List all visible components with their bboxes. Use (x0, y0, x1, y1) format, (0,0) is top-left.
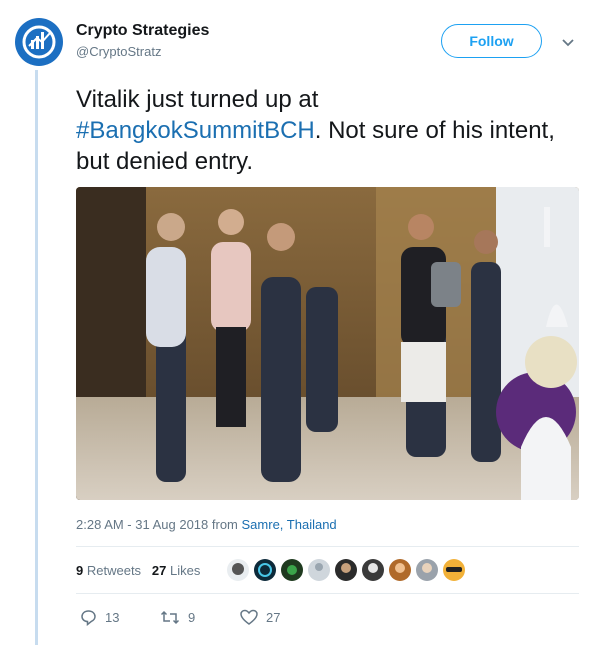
liker-avatar[interactable] (362, 559, 384, 581)
account-handle[interactable]: @CryptoStratz (76, 44, 161, 59)
photo-scene (76, 187, 579, 500)
divider-top (76, 546, 579, 547)
liker-avatar[interactable] (227, 559, 249, 581)
heart-icon (240, 609, 258, 625)
retweet-button[interactable]: 9 (160, 609, 195, 626)
hashtag-link[interactable]: #BangkokSummitBCH (76, 117, 315, 144)
divider-bottom (76, 593, 579, 594)
liker-avatar[interactable] (308, 559, 330, 581)
liker-avatar[interactable] (389, 559, 411, 581)
account-avatar[interactable] (15, 18, 63, 66)
reply-icon (81, 610, 96, 626)
like-button[interactable]: 27 (240, 609, 280, 626)
liker-avatars (227, 559, 465, 581)
thread-line (35, 70, 38, 645)
tweet-location[interactable]: Samre, Thailand (242, 517, 337, 532)
liker-avatar[interactable] (443, 559, 465, 581)
tweet-text: Vitalik just turned up at #BangkokSummitB… (76, 84, 576, 177)
reply-button[interactable]: 13 (80, 609, 119, 626)
tweet-meta: 2:28 AM - 31 Aug 2018 from Samre, Thaila… (76, 517, 337, 532)
liker-avatar[interactable] (281, 559, 303, 581)
retweets-stat[interactable]: 9 Retweets (76, 563, 141, 578)
likes-stat[interactable]: 27 Likes (152, 563, 200, 578)
tweet-text-before: Vitalik just turned up at (76, 86, 319, 113)
account-name[interactable]: Crypto Strategies (76, 22, 209, 40)
crypto-strategies-logo-icon (22, 25, 56, 59)
tweet-stats: 9 Retweets 27 Likes (76, 563, 200, 578)
liker-avatar[interactable] (254, 559, 276, 581)
liker-avatar[interactable] (335, 559, 357, 581)
liker-avatar[interactable] (416, 559, 438, 581)
reply-count: 13 (105, 610, 120, 625)
tweet-timestamp[interactable]: 2:28 AM - 31 Aug 2018 from (76, 517, 238, 532)
retweet-icon (160, 610, 180, 625)
tweet-photo[interactable] (76, 187, 579, 500)
like-count: 27 (266, 610, 281, 625)
chevron-down-icon[interactable] (561, 35, 575, 49)
retweet-count: 9 (188, 610, 196, 625)
follow-button[interactable]: Follow (441, 24, 542, 58)
